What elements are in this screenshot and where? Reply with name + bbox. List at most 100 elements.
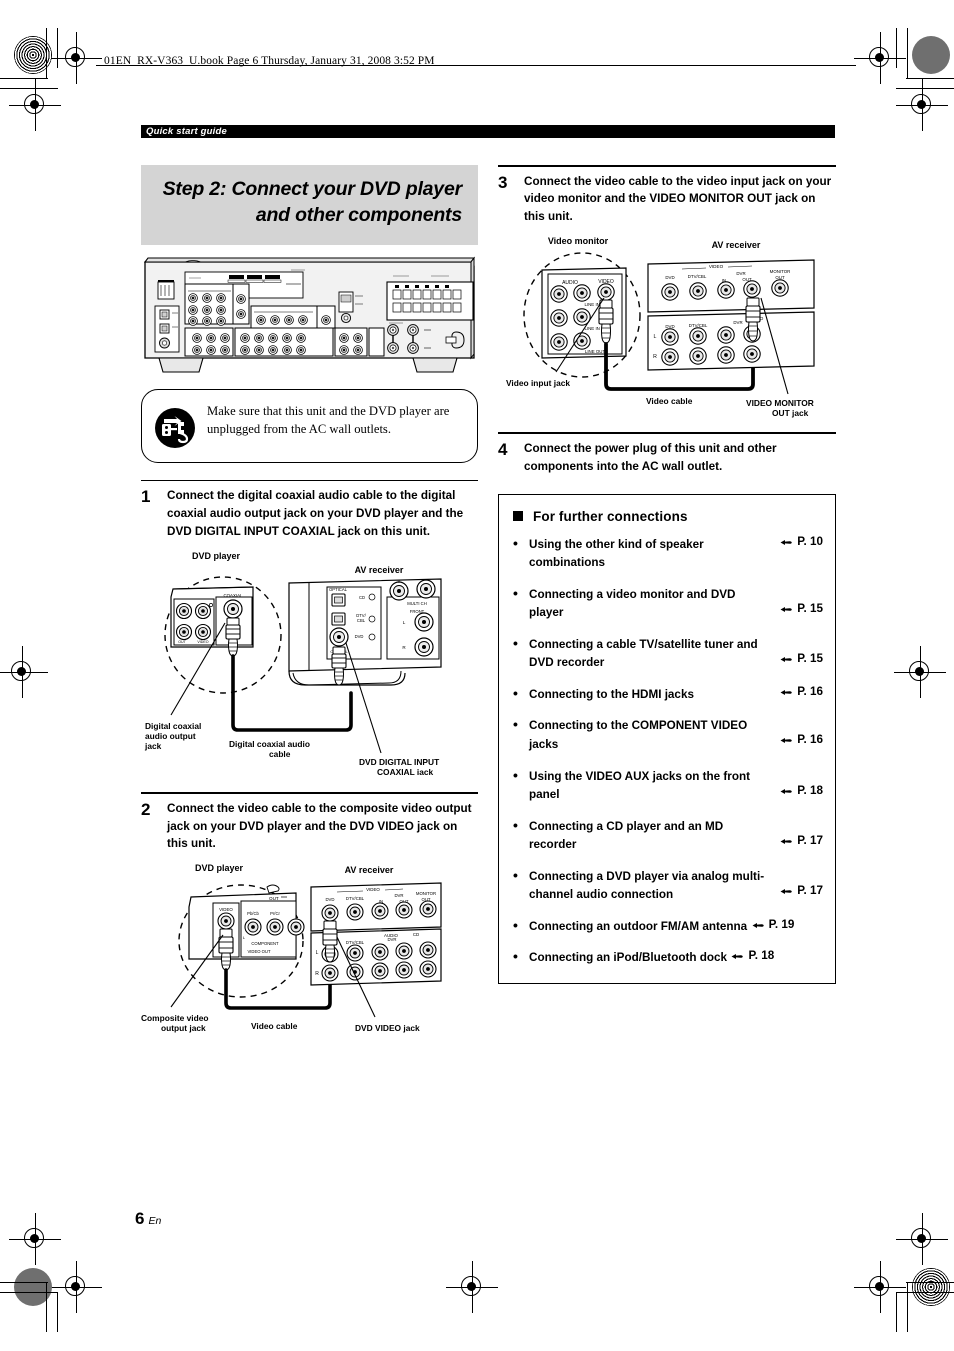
page-language: En [148,1215,162,1227]
svg-text:Video cable: Video cable [251,1021,298,1031]
svg-text:R: R [315,971,319,977]
trim-line-bottom-right-v [907,1282,908,1332]
pointing-hand-icon [780,537,793,546]
step-3: 3 Connect the video cable to the video i… [498,165,836,418]
page-number: 6 [135,1209,145,1228]
list-item[interactable]: • Connecting an iPod/Bluetooth dock P. 1… [513,948,823,967]
list-item[interactable]: • P. 16 Connecting to the COMPONENT VIDE… [513,716,823,753]
svg-text:MONITOR: MONITOR [416,891,436,896]
pointing-hand-icon [780,886,793,895]
step-2-number: 2 [141,799,151,819]
page-reference[interactable]: P. 16 [780,685,823,698]
svg-text:COMPONENT: COMPONENT [251,941,279,946]
registration-mark-bottom-left [50,1261,102,1313]
page-reference[interactable]: P. 18 [731,949,774,962]
svg-text:DVD DIGITAL INPUT: DVD DIGITAL INPUT [359,757,440,767]
list-item[interactable]: • P. 17 Connecting a CD player and an MD… [513,817,823,854]
composite-video-connection-figure: DVD player AV receiver VIDEO Pb/Cb Pr/Cr… [141,859,478,1035]
pointing-hand-icon [780,687,793,696]
step-4: 4 Connect the power plug of this unit an… [498,432,836,475]
step-1-rule [141,479,478,482]
page-reference[interactable]: P. 15 [780,602,823,615]
pointing-hand-icon [780,735,793,744]
svg-text:OUT jack: OUT jack [772,408,809,418]
svg-text:CD: CD [359,595,365,600]
trim-line-top-right-h [906,78,954,79]
page-reference[interactable]: P. 16 [780,733,823,746]
step-1-text: Connect the digital coaxial audio cable … [167,489,464,539]
caution-text: Make sure that this unit and the DVD pla… [207,403,450,436]
list-item[interactable]: • P. 17 Connecting a DVD player via anal… [513,867,823,904]
svg-text:Video cable: Video cable [646,396,693,406]
registration-mark-top-left [50,32,102,84]
svg-text:DVD: DVD [355,634,364,639]
bullet-icon: • [513,634,518,651]
pointing-hand-icon [780,836,793,845]
trim-line-top-left-v [46,28,47,78]
list-item[interactable]: • P. 16 Connecting to the HDMI jacks [513,685,823,704]
list-item[interactable]: • P. 10 Using the other kind of speaker … [513,535,823,572]
svg-text:Video monitor: Video monitor [548,236,609,246]
step-title-line2: and other components [255,203,462,226]
svg-text:DVD player: DVD player [195,863,244,873]
digital-coaxial-connection-figure: DVD player AV receiver COAXIAL OUT VIDEO [141,547,478,775]
trim-line-bottom-right-v2 [896,1292,897,1332]
svg-text:DTV/CBL: DTV/CBL [346,940,365,945]
further-connections-list: • P. 10 Using the other kind of speaker … [513,535,823,967]
registration-mark-bottom-left-upper [9,1213,61,1265]
step-title-line1: Step 2: Connect your DVD player [162,178,463,200]
unplug-power-icon [154,407,196,449]
further-connections-heading: For further connections [533,508,688,524]
page-reference-label: P. 15 [797,651,823,665]
trim-line-top-left-h2 [0,88,58,89]
pointing-hand-icon [780,604,793,613]
step-2: 2 Connect the video cable to the composi… [141,792,478,1035]
page-reference[interactable]: P. 17 [780,884,823,897]
list-item-text: Connecting to the HDMI jacks [529,687,694,701]
step-4-number: 4 [498,439,508,459]
svg-text:DVD: DVD [665,324,674,329]
halftone-dot-bottom-right [912,1268,950,1306]
svg-text:DVD: DVD [665,275,674,280]
svg-text:DVD player: DVD player [192,551,241,561]
page-reference-label: P. 18 [748,949,775,963]
bullet-icon: • [513,684,518,701]
registration-mark-bottom-right-upper [896,1213,948,1265]
list-item-text: Using the other kind of speaker combinat… [529,537,704,570]
svg-text:AV receiver: AV receiver [355,565,404,575]
page-reference-label: P. 10 [797,534,823,548]
svg-text:VIDEO OUT: VIDEO OUT [247,949,270,954]
list-item[interactable]: • P. 15 Connecting a cable TV/satellite … [513,635,823,672]
list-item[interactable]: • P. 15 Connecting a video monitor and D… [513,585,823,622]
list-item-text: Connecting to the COMPONENT VIDEO jacks [529,719,748,752]
list-item[interactable]: • Connecting an outdoor FM/AM antenna P.… [513,917,823,936]
page-reference[interactable]: P. 18 [780,784,823,797]
filled-square-icon [513,511,523,522]
svg-text:Y: Y [398,579,401,584]
svg-text:CD: CD [413,932,419,937]
registration-mark-mid-left [0,646,48,698]
page-reference[interactable]: P. 17 [780,834,823,847]
list-item[interactable]: • P. 18 Using the VIDEO AUX jacks on the… [513,767,823,804]
svg-text:COAXIAL jack: COAXIAL jack [377,767,434,775]
svg-text:L: L [403,620,406,625]
page-reference[interactable]: P. 19 [752,918,794,931]
svg-text:DVR: DVR [736,271,745,276]
step-1: 1 Connect the digital coaxial audio cabl… [141,479,478,775]
list-item-text: Connecting a video monitor and DVD playe… [529,587,736,620]
svg-text:COAXIAL: COAXIAL [223,593,243,598]
page-reference[interactable]: P. 15 [780,652,823,665]
registration-mark-top-left-lower [9,79,61,131]
trim-line-bottom-left-h [0,1282,48,1283]
list-item-text: Connecting a CD player and an MD recorde… [529,819,724,852]
pointing-hand-icon [752,920,765,929]
rear-panel-artwork [141,254,478,376]
page-reference[interactable]: P. 10 [780,535,823,548]
list-item-text: Connecting a cable TV/satellite tuner an… [529,637,758,670]
svg-text:VIDEO: VIDEO [709,264,724,269]
bullet-icon: • [513,816,518,833]
page-reference-label: P. 16 [797,733,823,747]
book-header-text: 01EN_RX-V363_U.book Page 6 Thursday, Jan… [104,55,435,67]
page-reference-label: P. 15 [797,601,823,615]
svg-text:Pb/Cb: Pb/Cb [247,911,259,916]
